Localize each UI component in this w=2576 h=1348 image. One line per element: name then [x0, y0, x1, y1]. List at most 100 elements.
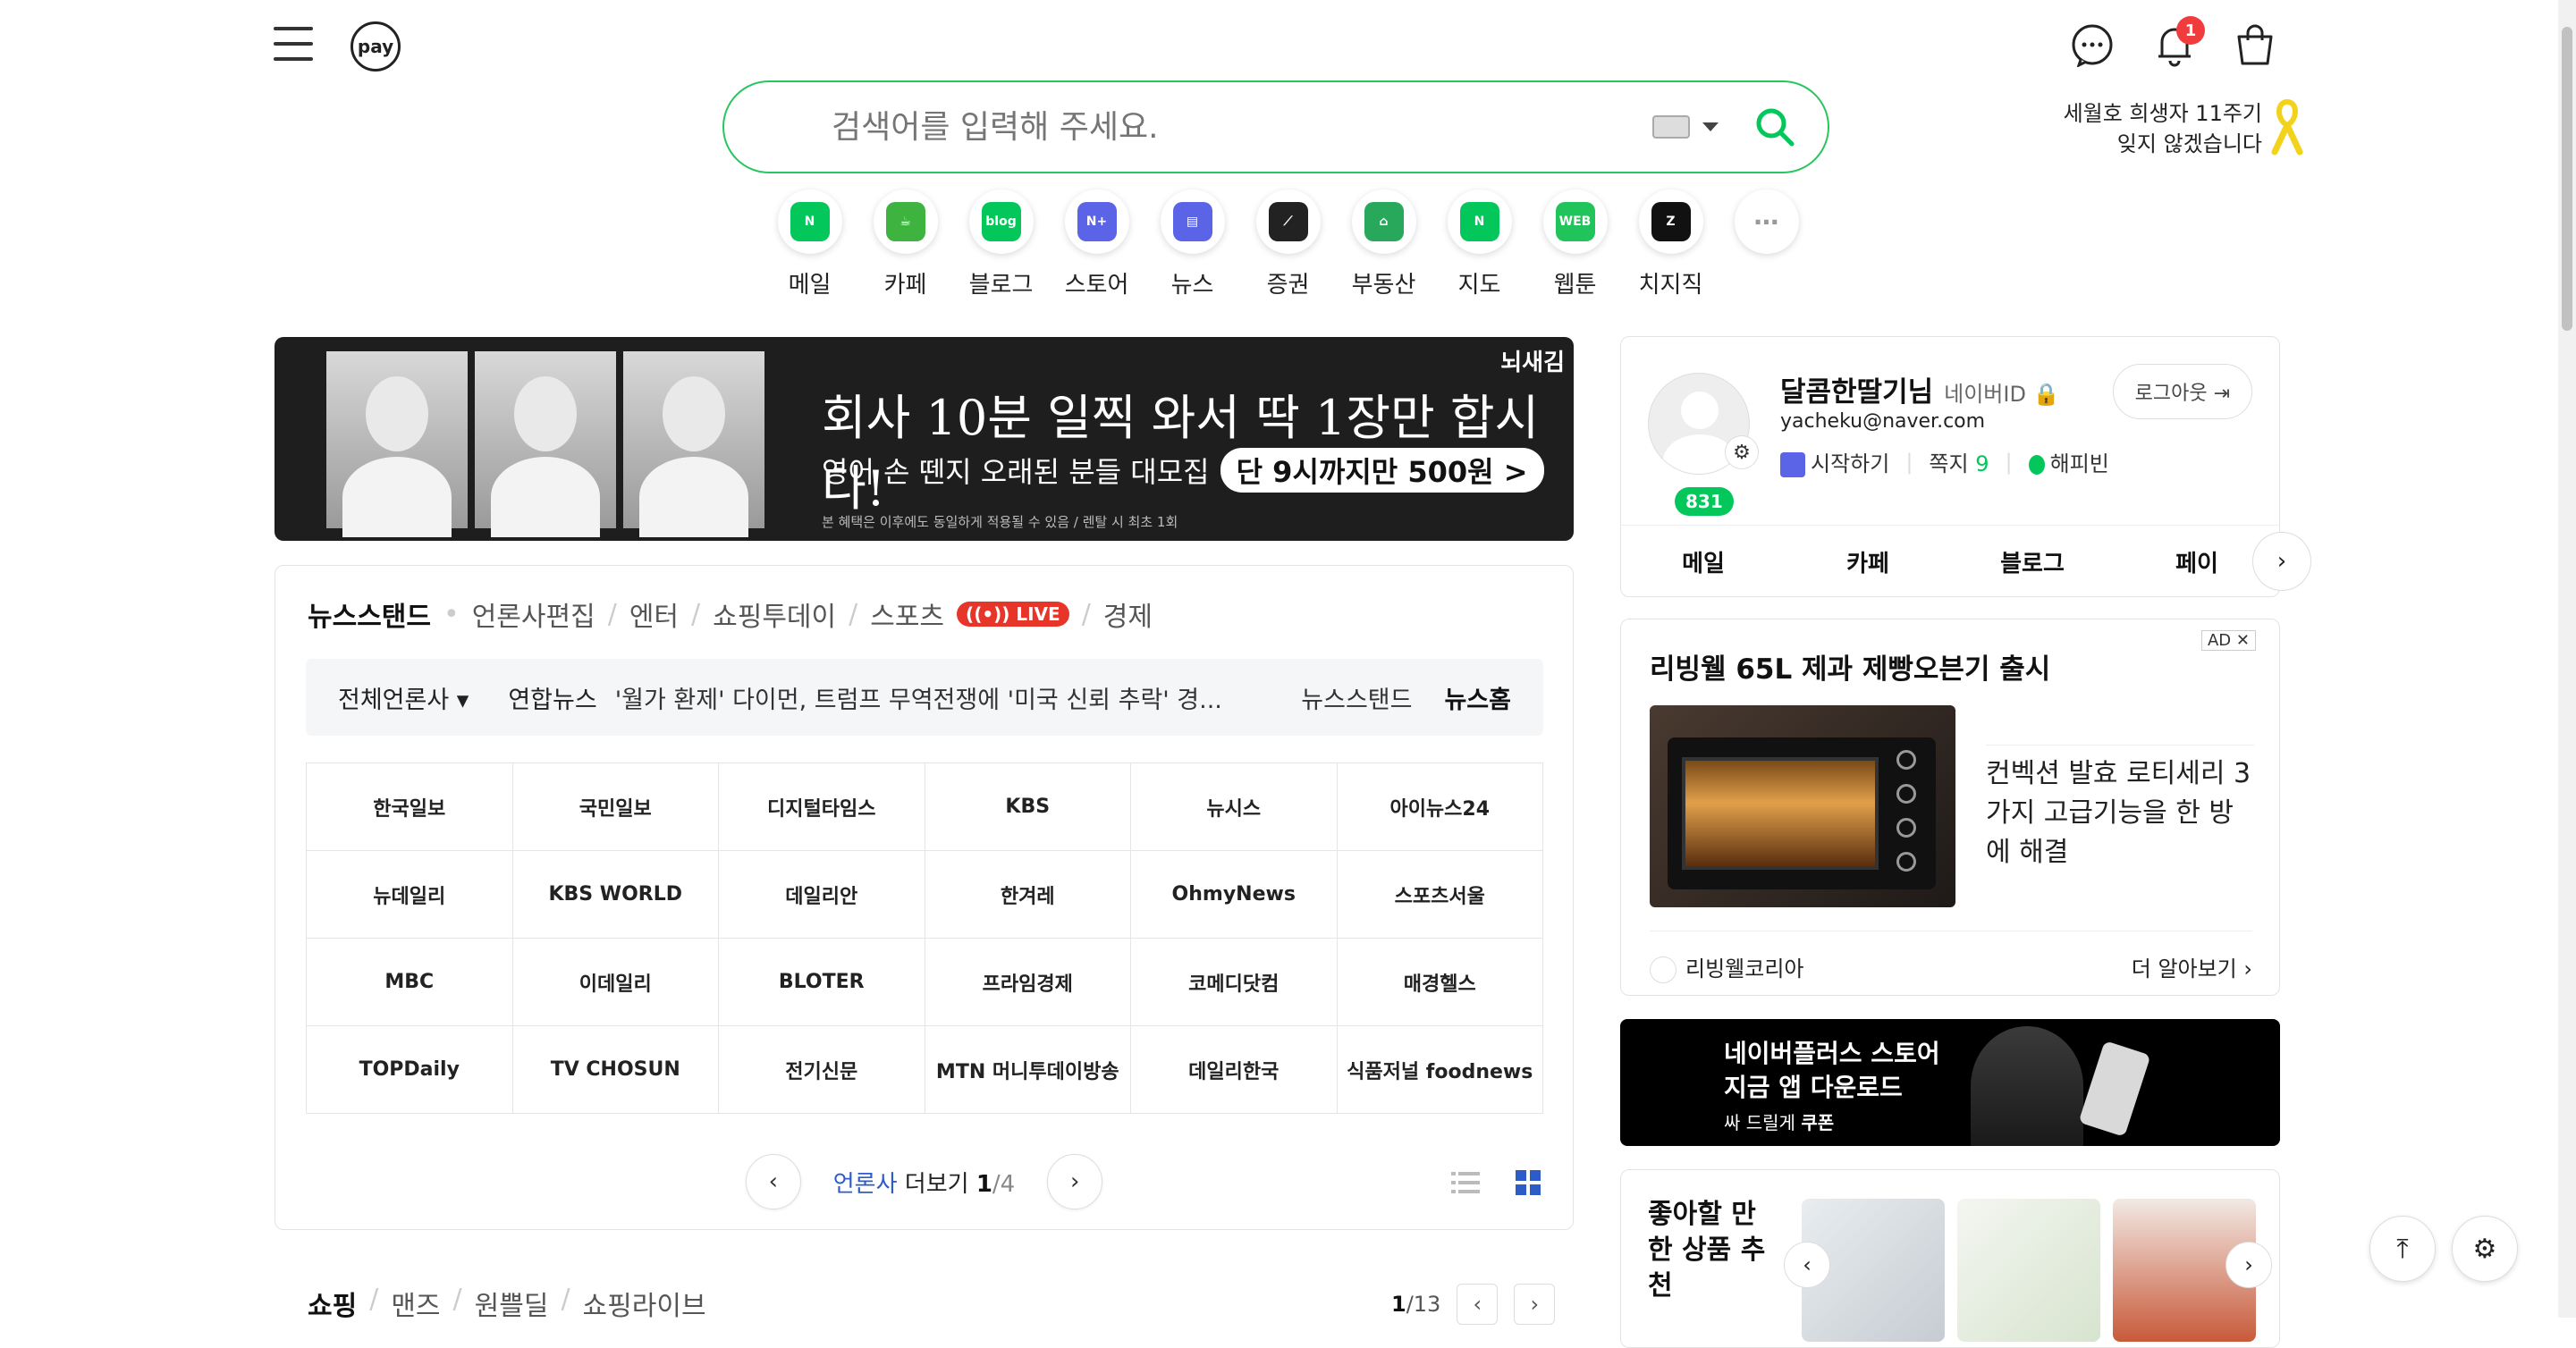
quick-link-blog[interactable]: 블로그: [1950, 545, 2115, 578]
publisher-logo[interactable]: 데일리안: [719, 851, 925, 939]
shortcut-store[interactable]: N+ 스토어: [1049, 190, 1144, 299]
start-link[interactable]: 시작하기: [1780, 446, 1889, 477]
note-link[interactable]: 쪽지 9: [1929, 446, 1989, 477]
shortcut-map[interactable]: N 지도: [1432, 190, 1527, 299]
pay-logo[interactable]: pay: [351, 21, 401, 72]
search-input[interactable]: [832, 108, 1652, 146]
logout-button[interactable]: 로그아웃 ⇥: [2112, 364, 2252, 419]
publisher-logo[interactable]: 매경헬스: [1337, 939, 1543, 1026]
publisher-logo[interactable]: KBS WORLD: [512, 851, 719, 939]
arrow-up-icon: ⤒: [2396, 1233, 2409, 1265]
publisher-logo[interactable]: 코메디닷컴: [1131, 939, 1338, 1026]
memorial-notice[interactable]: 세월호 희생자 11주기 잊지 않겠습니다: [1994, 98, 2262, 159]
shortcut-news[interactable]: ▤ 뉴스: [1144, 190, 1240, 299]
publisher-logo[interactable]: TOPDaily: [307, 1026, 513, 1114]
publisher-logo[interactable]: 식품저널 foodnews: [1337, 1026, 1543, 1114]
ticker-headline[interactable]: '월가 환제' 다이먼, 트럼프 무역전쟁에 '미국 신뢰 추락' 경...: [615, 680, 1284, 715]
shortcut-chzzk[interactable]: Z 치지직: [1623, 190, 1719, 299]
settings-button[interactable]: ⚙: [2452, 1216, 2518, 1282]
shortcut-stock[interactable]: ⟋ 증권: [1240, 190, 1336, 299]
keyboard-icon[interactable]: [1652, 115, 1690, 139]
search-bar[interactable]: [722, 80, 1829, 173]
shortcut-realestate[interactable]: ⌂ 부동산: [1336, 190, 1432, 299]
shortcut-webtoon[interactable]: WEB 웹툰: [1527, 190, 1623, 299]
publisher-logo[interactable]: 한겨레: [925, 851, 1131, 939]
ad-description[interactable]: 컨벡션 발효 로티세리 3가지 고급기능을 한 방에 해결: [1986, 745, 2254, 872]
publisher-logo[interactable]: 이데일리: [512, 939, 719, 1026]
tab-newsstand[interactable]: 뉴스스탠드: [308, 594, 431, 634]
shortcut-cafe[interactable]: ☕ 카페: [857, 190, 953, 299]
shopping-prev-button[interactable]: ‹: [1457, 1284, 1499, 1325]
tab-economy[interactable]: 경제: [1103, 594, 1153, 634]
ad-image[interactable]: [1650, 705, 1955, 907]
ad-banner[interactable]: 뇌새김 회사 10분 일찍 와서 딱 1장만 합시다! 영어 손 뗀지 오래된 …: [274, 337, 1574, 541]
tab-entertain[interactable]: 엔터: [629, 594, 679, 634]
ad-tag[interactable]: AD ✕: [2200, 630, 2256, 651]
search-icon[interactable]: [1754, 106, 1795, 147]
next-page-button[interactable]: ›: [1047, 1154, 1103, 1209]
newshome-link[interactable]: 뉴스홈: [1444, 680, 1511, 715]
publisher-logo[interactable]: 아이뉴스24: [1337, 763, 1543, 851]
publisher-logo[interactable]: MBC: [307, 939, 513, 1026]
tab-press-edit[interactable]: 언론사편집: [472, 594, 595, 634]
ad-title[interactable]: 리빙웰 65L 제과 제빵오븐기 출시: [1650, 646, 2050, 687]
publisher-logo[interactable]: BLOTER: [719, 939, 925, 1026]
more-publishers[interactable]: 언론사 더보기 1/4: [833, 1166, 1015, 1199]
more-services-button[interactable]: ⋯: [1719, 190, 1814, 299]
scrollbar[interactable]: [2558, 0, 2576, 1318]
publisher-logo[interactable]: 뉴데일리: [307, 851, 513, 939]
shopping-next-button[interactable]: ›: [1514, 1284, 1556, 1325]
banner-cta[interactable]: 단 9시까지만 500원 >: [1220, 448, 1544, 493]
newsstand-link[interactable]: 뉴스스탠드: [1301, 680, 1412, 715]
publisher-logo[interactable]: 한국일보: [307, 763, 513, 851]
publisher-logo[interactable]: 스포츠서울: [1337, 851, 1543, 939]
product-thumbnail[interactable]: [1957, 1199, 2100, 1342]
ad-card[interactable]: 리빙웰 65L 제과 제빵오븐기 출시 AD ✕ 컨벡션 발효 로티세리 3가지…: [1620, 619, 2280, 996]
publisher-logo[interactable]: 뉴시스: [1131, 763, 1338, 851]
recommend-prev-button[interactable]: ‹: [1784, 1242, 1830, 1288]
shortcut-mail[interactable]: N 메일: [762, 190, 857, 299]
publisher-logo[interactable]: OhmyNews: [1131, 851, 1338, 939]
menu-button[interactable]: [274, 27, 313, 64]
tab-mens[interactable]: 맨즈: [391, 1284, 440, 1323]
press-filter-dropdown[interactable]: 전체언론사 ▾: [338, 680, 469, 715]
quick-link-cafe[interactable]: 카페: [1786, 545, 1950, 578]
publisher-logo[interactable]: TV CHOSUN: [512, 1026, 719, 1114]
shortcut-blog[interactable]: blog 블로그: [953, 190, 1049, 299]
publisher-logo[interactable]: 디지털타임스: [719, 763, 925, 851]
user-name[interactable]: 달콤한딸기님 네이버ID 🔒: [1780, 369, 2059, 409]
close-icon[interactable]: ✕: [2236, 631, 2250, 650]
tab-shopping-today[interactable]: 쇼핑투데이: [713, 594, 836, 634]
tab-one-plus-deal[interactable]: 원쁠딜: [475, 1284, 549, 1323]
publisher-logo[interactable]: 프라임경제: [925, 939, 1131, 1026]
quick-links-next-button[interactable]: ›: [2252, 532, 2311, 591]
ad-more-link[interactable]: 더 알아보기 ›: [2132, 951, 2252, 983]
publisher-logo[interactable]: 국민일보: [512, 763, 719, 851]
recommend-next-button[interactable]: ›: [2225, 1242, 2272, 1288]
happybean-link[interactable]: 해피빈: [2028, 446, 2109, 477]
profile-card: ⚙ 831 달콤한딸기님 네이버ID 🔒 yacheku@naver.com 시작…: [1620, 336, 2311, 597]
advertiser-name[interactable]: 리빙웰코리아: [1650, 951, 1803, 983]
tab-shopping-live[interactable]: 쇼핑라이브: [583, 1284, 706, 1323]
tab-sports[interactable]: 스포츠: [870, 594, 944, 634]
list-view-icon[interactable]: [1451, 1170, 1480, 1195]
scrollbar-thumb[interactable]: [2562, 27, 2572, 331]
quick-link-mail[interactable]: 메일: [1621, 545, 1786, 578]
model-photo: [326, 351, 468, 537]
cart-button[interactable]: [2232, 21, 2278, 68]
talk-button[interactable]: [2069, 21, 2116, 68]
grid-view-icon[interactable]: [1516, 1170, 1541, 1195]
publisher-logo[interactable]: MTN 머니투데이방송: [925, 1026, 1131, 1114]
publisher-logo[interactable]: 데일리한국: [1131, 1026, 1338, 1114]
shortcut-label: 스토어: [1064, 272, 1129, 299]
publisher-logo[interactable]: KBS: [925, 763, 1131, 851]
chevron-down-icon[interactable]: [1702, 122, 1719, 131]
scroll-top-button[interactable]: ⤒: [2369, 1216, 2436, 1282]
prev-page-button[interactable]: ‹: [745, 1154, 801, 1209]
gear-icon[interactable]: ⚙: [1725, 435, 1759, 469]
notification-button[interactable]: 1: [2151, 16, 2205, 68]
plus-store-banner[interactable]: 네이버플러스 스토어 지금 앱 다운로드 싸 드릴게 쿠폰: [1620, 1019, 2280, 1146]
ticker-source[interactable]: 연합뉴스: [508, 680, 596, 715]
tab-shopping[interactable]: 쇼핑: [308, 1284, 357, 1323]
publisher-logo[interactable]: 전기신문: [719, 1026, 925, 1114]
